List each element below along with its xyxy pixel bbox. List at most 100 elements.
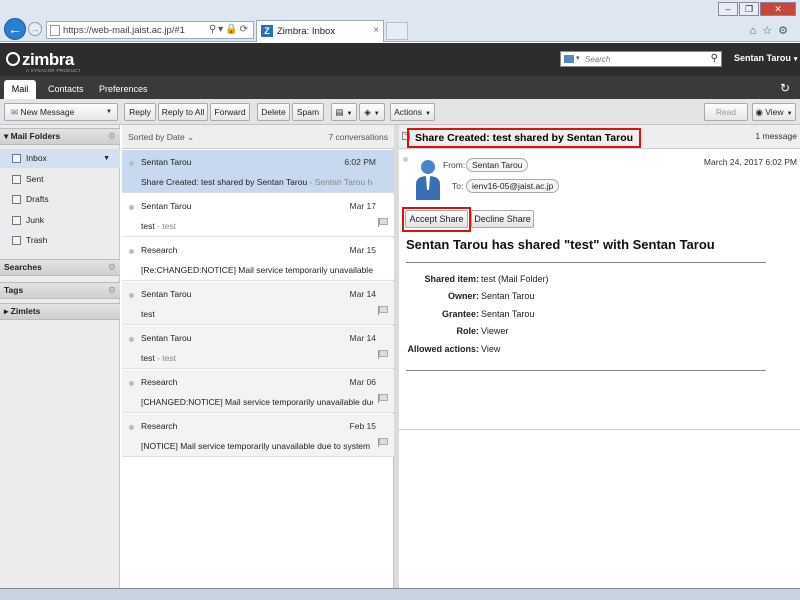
flag-icon[interactable] xyxy=(378,306,388,315)
accept-share-button[interactable]: Accept Share xyxy=(405,210,468,228)
to-label: To: xyxy=(452,181,464,191)
tag-button[interactable]: ◈ ▼ xyxy=(359,103,385,121)
chevron-down-icon[interactable]: ▼ xyxy=(106,104,112,120)
tags-label: Tags xyxy=(4,285,24,295)
minimize-icon[interactable]: – xyxy=(718,2,738,16)
subject-text: test xyxy=(141,353,155,363)
mail-folders-header[interactable]: ▾ Mail Folders ⚙ xyxy=(0,128,120,145)
read-status-icon[interactable] xyxy=(129,425,134,430)
move-button[interactable]: ▤ ▼ xyxy=(331,103,357,121)
new-message-button[interactable]: ✉ New Message ▼ xyxy=(4,103,118,121)
chevron-down-icon[interactable]: ▾ xyxy=(576,54,580,62)
new-tab-button[interactable] xyxy=(386,22,408,40)
logo-ring-icon xyxy=(6,52,20,66)
folder-sent[interactable]: Sent xyxy=(0,170,120,189)
list-item[interactable]: Research Feb 15 [NOTICE] Mail service te… xyxy=(122,414,394,457)
read-status-icon[interactable] xyxy=(129,293,134,298)
logo-subtitle: A SYNACOR PRODUCT xyxy=(26,68,81,73)
junk-icon xyxy=(12,216,21,225)
from-address[interactable]: Sentan Tarou xyxy=(466,158,529,172)
searches-label: Searches xyxy=(4,262,42,272)
folder-label: Junk xyxy=(26,215,44,225)
share-title: Sentan Tarou has shared "test" with Sent… xyxy=(406,237,715,252)
flag-icon[interactable] xyxy=(378,438,388,447)
message-subject: [NOTICE] Mail service temporarily unavai… xyxy=(141,441,373,451)
reading-bottom-border xyxy=(399,429,800,430)
to-address[interactable]: ienv16-05@jaist.ac.jp xyxy=(466,179,560,193)
tab-preferences[interactable]: Preferences xyxy=(99,80,148,99)
list-item[interactable]: Sentan Tarou Mar 17 test - test xyxy=(122,194,394,237)
chevron-down-icon[interactable]: ▼ xyxy=(103,149,110,168)
folder-junk[interactable]: Junk xyxy=(0,211,120,230)
divider xyxy=(406,262,766,263)
flag-icon[interactable] xyxy=(378,350,388,359)
reply-all-button[interactable]: Reply to All xyxy=(158,103,208,121)
address-bar[interactable]: https://web-mail.jaist.ac.jp/#1 ⚲▾🔒⟳ xyxy=(46,21,254,39)
list-item[interactable]: Research Mar 06 [CHANGED:NOTICE] Mail se… xyxy=(122,370,394,413)
folder-inbox[interactable]: Inbox ▼ xyxy=(0,149,120,168)
message-date: 6:02 PM xyxy=(344,157,376,167)
list-header[interactable]: Sorted by Date ⌄ 7 conversations xyxy=(122,125,394,149)
gear-icon[interactable]: ⚙ xyxy=(108,129,116,144)
list-item[interactable]: Sentan Tarou 6:02 PM Share Created: test… xyxy=(122,150,394,193)
address-controls-icon[interactable]: ⚲▾🔒⟳ xyxy=(209,24,250,35)
list-item[interactable]: Research Mar 15 [Re:CHANGED:NOTICE] Mail… xyxy=(122,238,394,281)
tab-mail[interactable]: Mail xyxy=(4,80,36,99)
folder-move-icon: ▤ xyxy=(335,107,344,117)
actions-button[interactable]: Actions ▼ xyxy=(390,103,435,121)
forward-button[interactable]: Forward xyxy=(210,103,250,121)
searches-header[interactable]: Searches ⚙ xyxy=(0,259,120,276)
forward-icon[interactable]: → xyxy=(28,22,42,36)
detail-value: test (Mail Folder) xyxy=(481,274,549,284)
list-item[interactable]: Sentan Tarou Mar 14 test xyxy=(122,282,394,325)
folder-label: Inbox xyxy=(26,153,47,163)
read-status-icon[interactable] xyxy=(403,157,408,162)
search-box[interactable]: ▾ ⚲ xyxy=(560,51,722,67)
spam-button[interactable]: Spam xyxy=(292,103,324,121)
tab-contacts[interactable]: Contacts xyxy=(48,80,84,99)
mail-search-type-icon[interactable] xyxy=(564,55,574,63)
detail-value: Sentan Tarou xyxy=(481,309,535,319)
message-list: Sorted by Date ⌄ 7 conversations Sentan T… xyxy=(122,125,394,588)
folder-trash[interactable]: Trash xyxy=(0,231,120,250)
gear-icon[interactable]: ⚙ xyxy=(108,260,116,275)
gear-icon[interactable]: ⚙ xyxy=(108,283,116,298)
close-tab-icon[interactable]: × xyxy=(373,25,379,36)
close-window-icon[interactable]: ✕ xyxy=(760,2,796,16)
read-status-icon[interactable] xyxy=(129,205,134,210)
favorites-icon[interactable]: ☆ xyxy=(762,25,778,37)
detail-value: Viewer xyxy=(481,326,509,336)
tags-header[interactable]: Tags ⚙ xyxy=(0,282,120,299)
zimlets-label: Zimlets xyxy=(10,306,41,316)
read-more-button[interactable]: Read More xyxy=(704,103,748,133)
flag-icon[interactable] xyxy=(378,218,388,227)
message-from: Sentan Tarou xyxy=(141,201,192,211)
user-menu[interactable]: Sentan Tarou ▾ xyxy=(734,53,797,63)
read-status-icon[interactable] xyxy=(129,161,134,166)
search-input[interactable] xyxy=(585,53,705,65)
read-status-icon[interactable] xyxy=(129,249,134,254)
reply-button[interactable]: Reply xyxy=(124,103,156,121)
delete-button[interactable]: Delete xyxy=(257,103,290,121)
settings-gear-icon[interactable]: ⚙ xyxy=(778,25,794,37)
reading-header: − Share Created: test shared by Sentan T… xyxy=(399,125,800,149)
search-icon[interactable]: ⚲ xyxy=(711,53,718,64)
decline-share-button[interactable]: Decline Share xyxy=(471,210,534,228)
message-date: Mar 17 xyxy=(349,201,376,211)
message-date: Mar 14 xyxy=(349,289,376,299)
back-icon[interactable]: ← xyxy=(4,18,26,40)
window-controls: – ❐ ✕ xyxy=(717,2,796,16)
refresh-icon[interactable]: ↻ xyxy=(780,81,790,95)
list-item[interactable]: Sentan Tarou Mar 14 test - test xyxy=(122,326,394,369)
flag-icon[interactable] xyxy=(378,394,388,403)
read-status-icon[interactable] xyxy=(129,381,134,386)
home-icon[interactable]: ⌂ xyxy=(750,25,763,37)
browser-tab[interactable]: Z Zimbra: Inbox × xyxy=(256,20,384,42)
view-button[interactable]: ◉ View ▼ xyxy=(752,103,796,121)
sort-label[interactable]: Sorted by Date xyxy=(128,132,185,142)
sort-icon[interactable]: ⌄ xyxy=(187,132,194,142)
folder-drafts[interactable]: Drafts xyxy=(0,190,120,209)
read-status-icon[interactable] xyxy=(129,337,134,342)
maximize-icon[interactable]: ❐ xyxy=(739,2,759,16)
zimlets-header[interactable]: ▸ Zimlets xyxy=(0,303,120,320)
